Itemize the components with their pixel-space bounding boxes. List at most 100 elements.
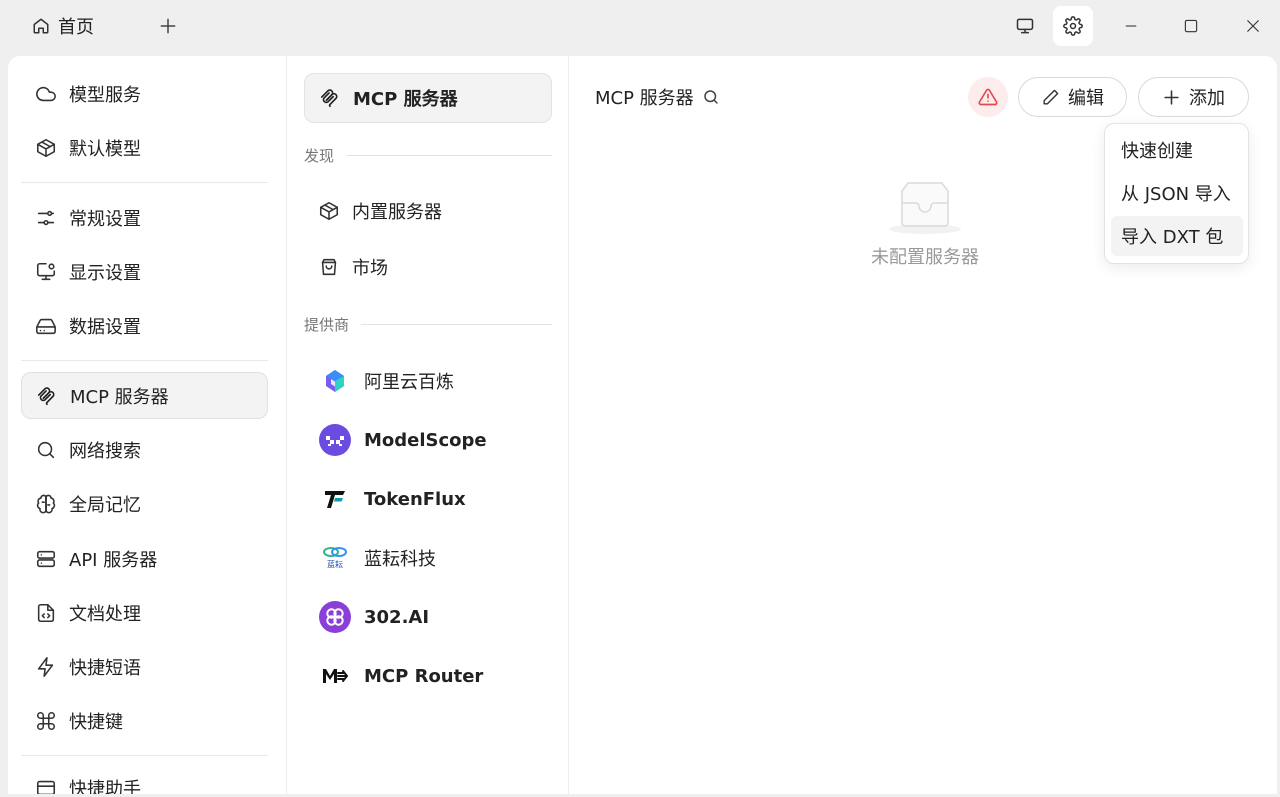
sidebar-item-model-service[interactable]: 模型服务 <box>21 70 268 117</box>
sidebar-divider <box>21 755 268 756</box>
warning-button[interactable] <box>968 77 1008 117</box>
provider-label: 蓝耘科技 <box>364 549 436 570</box>
mcp-servers-tab[interactable]: MCP 服务器 <box>304 73 552 123</box>
sidebar-item-label: 显示设置 <box>69 262 141 284</box>
server-icon <box>35 548 57 570</box>
section-divider <box>361 323 552 325</box>
zap-icon <box>35 656 57 678</box>
sidebar-item-label: 模型服务 <box>69 84 141 106</box>
section-divider <box>346 154 552 156</box>
sidebar-divider <box>21 360 268 361</box>
shopping-bag-icon <box>318 256 340 278</box>
provider-aliyun-bailian[interactable]: 阿里云百炼 <box>318 363 454 399</box>
tab-home-label: 首页 <box>58 17 94 38</box>
sidebar-item-quick-phrases[interactable]: 快捷短语 <box>21 643 268 690</box>
settings-window: 模型服务 默认模型 常规设置 显示设置 数据设置 MCP 服务器 网络搜索 全局… <box>8 56 1277 794</box>
sidebar-item-label: 快捷键 <box>69 711 123 733</box>
home-icon <box>32 17 50 35</box>
sidebar-item-default-model[interactable]: 默认模型 <box>21 124 268 171</box>
sidebar-divider <box>21 182 268 183</box>
search-icon[interactable] <box>702 88 720 106</box>
provider-label: 302.AI <box>364 606 430 628</box>
sidebar-item-label: API 服务器 <box>69 549 158 571</box>
title-bar: 首页 <box>0 0 1280 55</box>
close-button[interactable] <box>1233 6 1273 46</box>
mcp-router-logo-icon <box>318 659 352 693</box>
sliders-icon <box>35 207 57 229</box>
cloud-icon <box>35 83 57 105</box>
tokenflux-logo-icon <box>318 482 352 516</box>
package-icon <box>318 200 340 222</box>
sidebar-item-label: 全局记忆 <box>69 494 141 516</box>
nav-item-marketplace[interactable]: 市场 <box>318 249 388 285</box>
sidebar-item-shortcuts[interactable]: 快捷键 <box>21 697 268 744</box>
provider-mcp-router[interactable]: MCP Router <box>318 658 483 694</box>
maximize-icon <box>1182 17 1200 35</box>
sidebar-item-api-server[interactable]: API 服务器 <box>21 535 268 582</box>
lanyun-logo-icon: 蓝耘 <box>318 541 352 575</box>
sidebar-item-data-settings[interactable]: 数据设置 <box>21 302 268 349</box>
provider-lanyun[interactable]: 蓝耘 蓝耘科技 <box>318 540 436 576</box>
aliyun-bailian-logo-icon <box>318 364 352 398</box>
sidebar-item-document-processing[interactable]: 文档处理 <box>21 589 268 636</box>
sidebar-item-label: 快捷助手 <box>69 778 141 795</box>
providers-section-label: 提供商 <box>304 315 350 334</box>
discover-section-label: 发现 <box>304 146 335 165</box>
brain-icon <box>35 493 57 515</box>
menu-item-import-dxt[interactable]: 导入 DXT 包 <box>1111 216 1243 256</box>
settings-sidebar: 模型服务 默认模型 常规设置 显示设置 数据设置 MCP 服务器 网络搜索 全局… <box>8 56 287 794</box>
nav-item-builtin-servers[interactable]: 内置服务器 <box>318 193 442 229</box>
search-icon <box>35 439 57 461</box>
mcp-icon <box>36 385 58 407</box>
sidebar-item-display-settings[interactable]: 显示设置 <box>21 248 268 295</box>
sidebar-item-quick-assistant[interactable]: 快捷助手 <box>21 764 268 794</box>
sidebar-item-general-settings[interactable]: 常规设置 <box>21 194 268 241</box>
menu-item-import-json[interactable]: 从 JSON 导入 <box>1111 173 1243 213</box>
lanyun-logo-text: 蓝耘 <box>327 559 343 569</box>
provider-modelscope[interactable]: ModelScope <box>318 422 487 458</box>
new-tab-button[interactable] <box>154 12 182 40</box>
menu-item-quick-create[interactable]: 快速创建 <box>1111 130 1243 170</box>
add-button[interactable]: 添加 <box>1138 77 1249 117</box>
monitor-icon <box>1015 16 1035 36</box>
provider-302ai[interactable]: 302.AI <box>318 599 429 635</box>
provider-label: MCP Router <box>364 665 484 687</box>
gear-icon <box>1063 16 1083 36</box>
sidebar-item-label: MCP 服务器 <box>70 386 169 408</box>
edit-button[interactable]: 编辑 <box>1018 77 1127 117</box>
plus-icon <box>1162 88 1181 107</box>
tab-home[interactable]: 首页 <box>20 8 106 44</box>
sidebar-item-label: 默认模型 <box>69 138 141 160</box>
sidebar-item-web-search[interactable]: 网络搜索 <box>21 426 268 473</box>
settings-button[interactable] <box>1053 6 1093 46</box>
add-button-label: 添加 <box>1189 88 1225 109</box>
monitor-settings-icon <box>35 261 57 283</box>
minimize-button[interactable] <box>1111 6 1151 46</box>
provider-tokenflux[interactable]: TokenFlux <box>318 481 466 517</box>
empty-state: 未配置服务器 <box>865 181 985 269</box>
empty-state-text: 未配置服务器 <box>871 247 979 268</box>
provider-label: TokenFlux <box>364 488 466 510</box>
content-header: MCP 服务器 <box>595 84 720 110</box>
sidebar-item-mcp-servers[interactable]: MCP 服务器 <box>21 372 268 419</box>
sidebar-item-label: 常规设置 <box>69 208 141 230</box>
minimize-icon <box>1122 17 1140 35</box>
mcp-navigation: MCP 服务器 发现 内置服务器 市场 提供商 阿里云百炼 ModelScope… <box>288 56 569 794</box>
mcp-servers-tab-label: MCP 服务器 <box>353 89 458 110</box>
edit-button-label: 编辑 <box>1068 88 1104 109</box>
discover-section-header: 发现 <box>304 145 552 165</box>
sidebar-item-label: 文档处理 <box>69 603 141 625</box>
display-mode-button[interactable] <box>1005 6 1045 46</box>
hard-drive-icon <box>35 315 57 337</box>
maximize-button[interactable] <box>1171 6 1211 46</box>
warning-triangle-icon <box>978 87 998 107</box>
modelscope-logo-icon <box>318 423 352 457</box>
sidebar-item-global-memory[interactable]: 全局记忆 <box>21 480 268 527</box>
providers-section-header: 提供商 <box>304 314 552 334</box>
ai302-logo-icon <box>318 600 352 634</box>
provider-label: 阿里云百炼 <box>364 372 454 393</box>
close-icon <box>1244 17 1262 35</box>
assistant-icon <box>35 777 57 794</box>
command-icon <box>35 710 57 732</box>
nav-item-label: 市场 <box>352 258 388 279</box>
